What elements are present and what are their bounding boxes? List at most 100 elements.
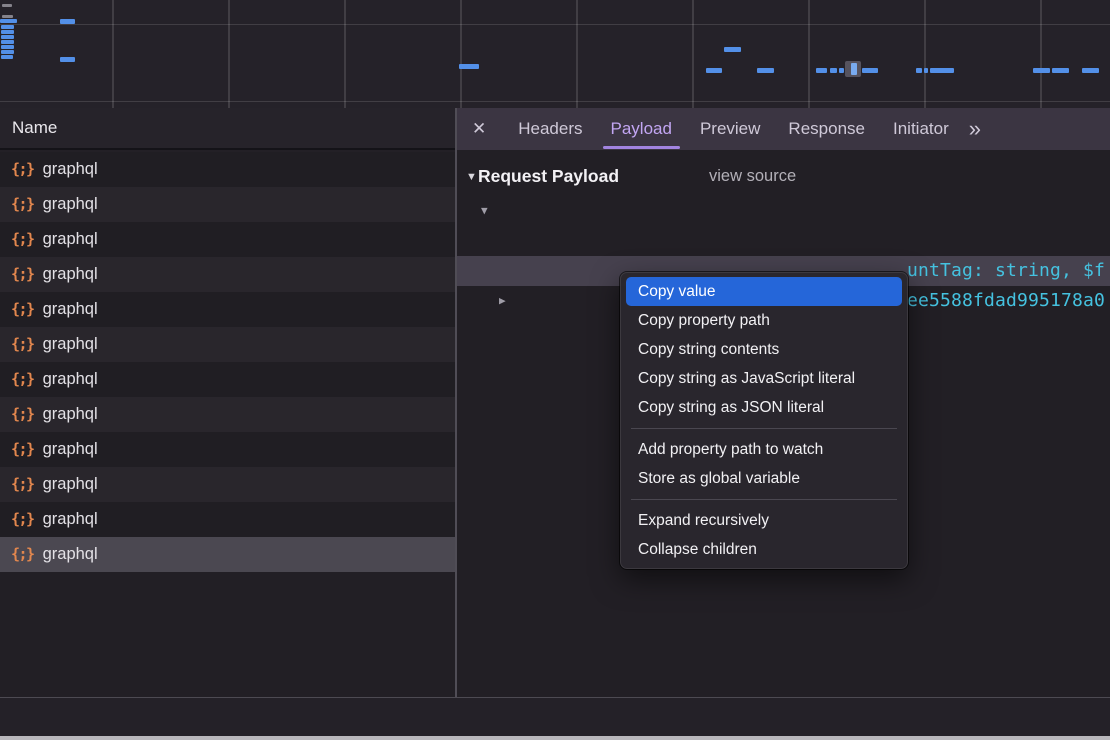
request-timing-bar: [757, 68, 774, 73]
menu-item[interactable]: Add property path to watch: [626, 435, 902, 464]
request-row[interactable]: {;} graphql: [0, 467, 455, 502]
request-timing-bar: [1082, 68, 1099, 73]
section-title: Request Payload: [478, 166, 619, 187]
request-timing-bar: [1, 25, 14, 29]
menu-item[interactable]: Expand recursively: [626, 506, 902, 535]
json-icon: {;}: [11, 537, 34, 572]
menu-item[interactable]: Copy property path: [626, 306, 902, 335]
request-list-empty-area: [0, 572, 455, 697]
request-row[interactable]: {;} graphql: [0, 397, 455, 432]
request-timing-bar: [1, 30, 14, 34]
request-row[interactable]: {;} graphql: [0, 502, 455, 537]
request-timing-bar: [839, 68, 844, 73]
panel-split-divider[interactable]: [455, 108, 457, 736]
column-header-name[interactable]: Name: [0, 108, 455, 150]
menu-item[interactable]: Collapse children: [626, 535, 902, 564]
menu-separator: [631, 499, 897, 500]
request-timing-bar: [930, 68, 954, 73]
network-overview-timeline[interactable]: [0, 0, 1110, 108]
request-row[interactable]: {;} graphql: [0, 222, 455, 257]
overview-marker-bar: [851, 63, 857, 75]
tab-response[interactable]: Response: [774, 108, 879, 150]
request-timing-bar: [724, 47, 741, 52]
request-row[interactable]: {;}graphql: [0, 292, 455, 327]
menu-item[interactable]: Copy value: [626, 277, 902, 306]
request-timing-bar: [1, 50, 14, 54]
property-value-right-fragment: untTag: string, $f: [907, 256, 1105, 286]
request-row[interactable]: {;} graphql: [0, 362, 455, 397]
overview-gridline: [460, 0, 462, 108]
section-expanded-icon[interactable]: ▼: [466, 171, 477, 183]
view-source-link[interactable]: view source: [709, 167, 796, 186]
request-name: graphql: [43, 152, 98, 187]
tab-initiator[interactable]: Initiator: [879, 108, 963, 150]
request-name: graphql: [43, 502, 98, 537]
json-icon: {;}: [11, 327, 34, 362]
request-row[interactable]: {;} graphql: [0, 327, 455, 362]
request-name: graphql: [43, 467, 98, 502]
request-timing-bar: [706, 68, 722, 73]
request-row[interactable]: {;} graphql: [0, 537, 455, 572]
window-bottom-edge: [0, 736, 1110, 740]
menu-separator: [631, 428, 897, 429]
devtools-network-panel: Name {;}graphql{;}graphql{;}graphql{;}gr…: [0, 0, 1110, 740]
property-value-right-fragment: ee5588fdad995178a0: [907, 286, 1105, 316]
overview-gridline: [1040, 0, 1042, 108]
request-timing-bar: [924, 68, 928, 73]
overview-gridline: [344, 0, 346, 108]
request-name: graphql: [43, 362, 98, 397]
request-timing-bar: [1033, 68, 1050, 73]
payload-row-operationName[interactable]: operationName: "ipFlowTimeseries": [456, 226, 1110, 256]
menu-item[interactable]: Copy string as JSON literal: [626, 393, 902, 422]
request-timing-bar: [1, 45, 14, 49]
request-timing-bar: [1, 40, 14, 44]
request-name: graphql: [43, 537, 98, 572]
overview-gridline: [228, 0, 230, 108]
tab-preview[interactable]: Preview: [686, 108, 774, 150]
overview-gridline: [112, 0, 114, 108]
json-icon: {;}: [11, 432, 34, 467]
request-row[interactable]: {;}graphql: [0, 257, 455, 292]
overview-gray: [2, 15, 13, 18]
menu-item[interactable]: Copy string as JavaScript literal: [626, 364, 902, 393]
request-timing-bar: [1, 35, 14, 39]
request-row[interactable]: {;}graphql: [0, 152, 455, 187]
request-timing-bar: [60, 19, 75, 24]
request-timing-bar: [816, 68, 827, 73]
overview-gridline: [0, 24, 1110, 25]
overview-gridline: [576, 0, 578, 108]
payload-object-preview-row[interactable]: ▼{operationName: "ipFlowTimeseries", var…: [456, 196, 1110, 226]
request-payload-section-header[interactable]: ▼ Request Payload view source: [456, 164, 1110, 196]
request-name: graphql: [43, 222, 98, 257]
tab-payload[interactable]: Payload: [597, 108, 686, 150]
overview-gray: [2, 4, 12, 7]
request-list: {;} graphql {;} graphql {;} graphql {;} graphql…: [0, 152, 455, 572]
request-timing-bar: [1052, 68, 1069, 73]
request-row[interactable]: {;}graphql: [0, 432, 455, 467]
json-icon: {;}: [11, 467, 34, 502]
detail-tabbar: ✕ HeadersPayloadPreviewResponseInitiator…: [456, 108, 1110, 150]
request-name: graphql: [43, 397, 98, 432]
json-icon: {;}: [11, 362, 34, 397]
request-timing-bar: [459, 64, 479, 69]
collapsed-icon[interactable]: ▶: [499, 286, 506, 316]
request-timing-bar: [862, 68, 878, 73]
close-icon[interactable]: ✕: [472, 119, 486, 139]
request-name: graphql: [43, 327, 98, 362]
json-icon: {;}: [11, 222, 34, 257]
request-name: graphql: [43, 292, 98, 327]
detail-tabs: HeadersPayloadPreviewResponseInitiator: [504, 108, 962, 150]
tab-headers[interactable]: Headers: [504, 108, 596, 150]
json-icon: {;}: [11, 257, 34, 292]
request-timing-bar: [1, 55, 13, 59]
expanded-icon[interactable]: ▼: [481, 196, 488, 226]
request-row[interactable]: {;}graphql: [0, 187, 455, 222]
summary-footer: [0, 698, 1110, 736]
overview-gridline: [0, 101, 1110, 102]
json-icon: {;}: [11, 502, 34, 537]
json-icon: {;}: [11, 397, 34, 432]
menu-item[interactable]: Store as global variable: [626, 464, 902, 493]
request-timing-bar: [916, 68, 922, 73]
tab-overflow-icon[interactable]: »: [969, 108, 981, 150]
menu-item[interactable]: Copy string contents: [626, 335, 902, 364]
